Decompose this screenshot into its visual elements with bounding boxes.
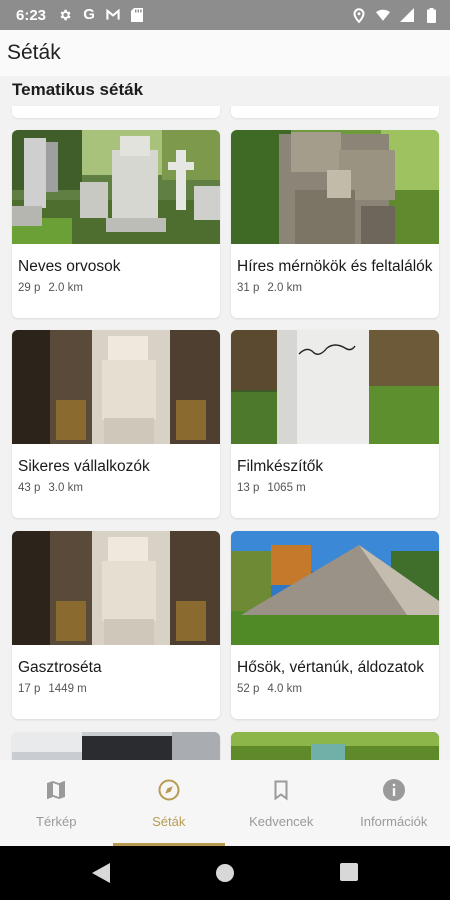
notification-icons: G <box>58 6 144 23</box>
previous-card-edge[interactable] <box>12 106 220 118</box>
status-time: 6:23 <box>16 6 47 24</box>
card-title: Sikeres vállalkozók <box>18 458 150 475</box>
system-status-icons <box>352 7 438 23</box>
nav-label: Kedvencek <box>249 814 314 829</box>
card-title: Filmkészítők <box>237 458 324 475</box>
recent-apps-icon[interactable] <box>340 863 358 886</box>
nav-label: Séták <box>152 814 186 829</box>
walk-card-hosok-vertanuk[interactable]: Hősök, vértanúk, áldozatok 52 p 4.0 km <box>231 531 439 719</box>
card-distance: 1065 m <box>267 482 306 494</box>
nav-label: Térkép <box>36 814 77 829</box>
walk-card-filmkeszitok[interactable]: Filmkészítők 13 p 1065 m <box>231 330 439 518</box>
card-points: 29 p <box>18 282 41 294</box>
bookmark-icon <box>268 777 294 803</box>
card-points: 52 p <box>237 683 260 695</box>
status-bar: 6:23 G <box>0 0 450 30</box>
sd-card-icon <box>130 8 144 22</box>
card-points: 17 p <box>18 683 41 695</box>
nav-item-informaciok[interactable]: Információk <box>338 760 450 846</box>
card-meta: 17 p 1449 m <box>18 683 87 695</box>
card-points: 31 p <box>237 282 260 294</box>
card-image-park <box>231 732 439 760</box>
signal-icon <box>400 8 414 22</box>
walk-card-neves-orvosok[interactable]: Neves orvosok 29 p 2.0 km <box>12 130 220 318</box>
card-title: Hősök, vértanúk, áldozatok <box>237 659 424 676</box>
card-meta: 13 p 1065 m <box>237 482 306 494</box>
walk-card-next[interactable] <box>231 732 439 760</box>
card-distance: 2.0 km <box>267 282 302 294</box>
card-meta: 31 p 2.0 km <box>237 282 302 294</box>
card-image-cemetery-monuments <box>12 130 220 244</box>
battery-icon <box>424 7 438 23</box>
nav-item-terkep[interactable]: Térkép <box>0 760 113 846</box>
bottom-navigation: Térkép Séták Kedvencek Információk <box>0 760 450 846</box>
card-points: 13 p <box>237 482 260 494</box>
card-image-signature-stone <box>231 330 439 444</box>
google-icon: G <box>83 6 95 23</box>
card-distance: 2.0 km <box>48 282 83 294</box>
card-image-pyramid-memorial <box>231 531 439 645</box>
walk-card-hires-mernokok[interactable]: Híres mérnökök és feltalálók 31 p 2.0 km <box>231 130 439 318</box>
card-image-angel-statue <box>231 130 439 244</box>
map-icon <box>43 777 69 803</box>
page-title: Séták <box>7 41 61 64</box>
nav-label: Információk <box>360 814 428 829</box>
card-distance: 4.0 km <box>267 683 302 695</box>
back-icon[interactable] <box>92 863 110 888</box>
nav-item-kedvencek[interactable]: Kedvencek <box>225 760 338 846</box>
system-navigation-bar <box>0 846 450 900</box>
card-meta: 43 p 3.0 km <box>18 482 83 494</box>
card-points: 43 p <box>18 482 41 494</box>
card-meta: 52 p 4.0 km <box>237 683 302 695</box>
card-title: Híres mérnökök és feltalálók <box>237 258 433 275</box>
gmail-icon <box>106 8 120 22</box>
info-icon <box>381 777 407 803</box>
card-image-marble-relief <box>12 531 220 645</box>
location-icon <box>352 7 366 23</box>
card-title: Neves orvosok <box>18 258 121 275</box>
card-image-building <box>12 732 220 760</box>
card-distance: 3.0 km <box>48 482 83 494</box>
card-title: Gasztroséta <box>18 659 102 676</box>
card-distance: 1449 m <box>48 683 87 695</box>
walks-list[interactable]: Tematikus séták Neves orvosok 29 p 2.0 k… <box>0 76 450 760</box>
section-title: Tematikus séták <box>12 80 144 99</box>
previous-card-edge[interactable] <box>231 106 439 118</box>
wifi-icon <box>376 8 390 22</box>
compass-icon <box>156 777 182 803</box>
card-meta: 29 p 2.0 km <box>18 282 83 294</box>
card-image-marble-relief <box>12 330 220 444</box>
app-bar: Séták <box>0 30 450 76</box>
walk-card-gasztroseta[interactable]: Gasztroséta 17 p 1449 m <box>12 531 220 719</box>
walk-card-next[interactable] <box>12 732 220 760</box>
gear-icon <box>58 8 72 22</box>
home-icon[interactable] <box>215 863 235 888</box>
walk-card-sikeres-vallalkozok[interactable]: Sikeres vállalkozók 43 p 3.0 km <box>12 330 220 518</box>
nav-item-setak[interactable]: Séták <box>112 760 225 846</box>
